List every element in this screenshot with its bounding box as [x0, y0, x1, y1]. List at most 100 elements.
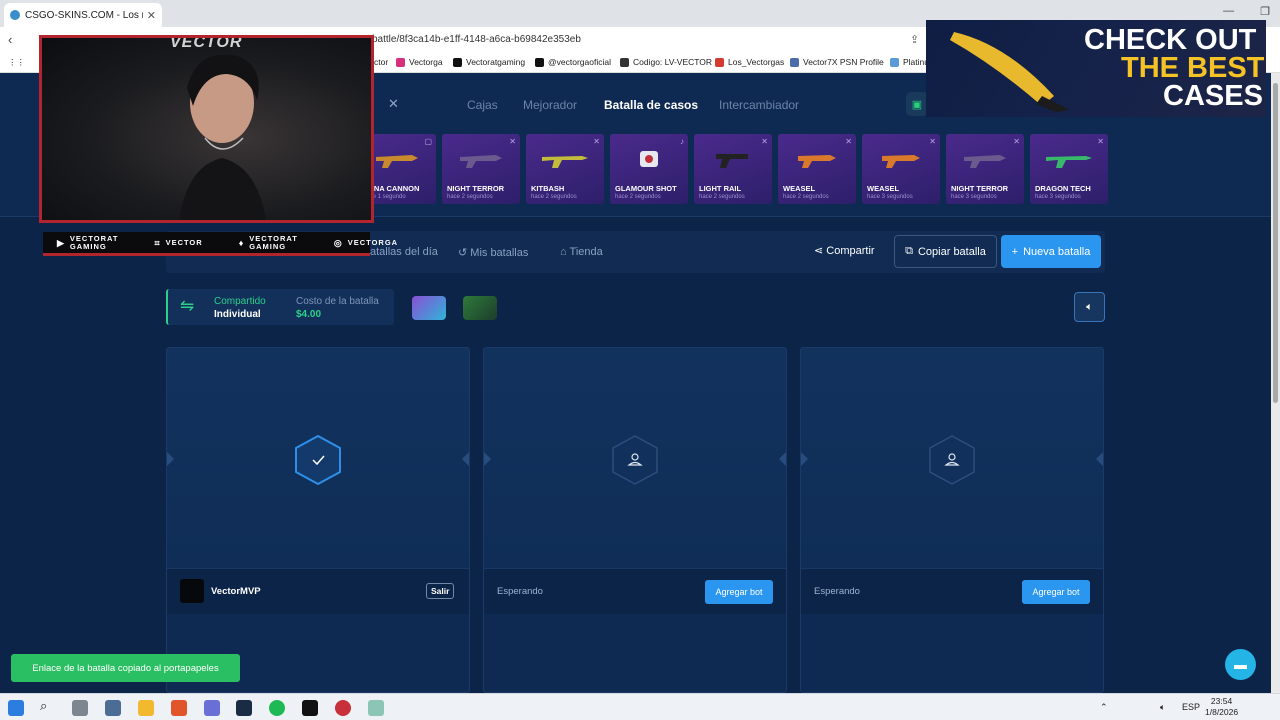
weapon-icon: [376, 155, 418, 168]
bookmark-item[interactable]: ctor: [374, 57, 388, 67]
speaker-icon: 🔈︎: [1086, 300, 1093, 313]
clock-time: 23:54: [1210, 696, 1233, 706]
drop-card[interactable]: ♪ GLAMOUR SHOT hace 2 segundos: [610, 134, 688, 204]
volume-icon[interactable]: 🔈︎: [1160, 702, 1165, 713]
twitch-icon: ⌗: [154, 237, 161, 248]
nav-batalla-de-casos[interactable]: Batalla de casos: [604, 98, 698, 112]
bookmark-item[interactable]: Codigo: LV-VECTOR: [620, 57, 712, 67]
twitter-icon: ♦: [238, 237, 245, 248]
copy-icon: ⧉: [905, 245, 913, 257]
file-explorer-icon[interactable]: [138, 700, 154, 716]
bookmark-item[interactable]: Vector7X PSN Profile: [790, 57, 884, 67]
player-slot: VectorMVP Salir: [166, 347, 470, 693]
drop-time: hace 3 segundos: [867, 194, 913, 200]
tiktok-icon: [535, 57, 544, 67]
chat-button[interactable]: ▬: [1225, 649, 1256, 680]
add-bot-button[interactable]: Agregar bot: [1022, 580, 1090, 604]
app-icon[interactable]: [105, 700, 121, 716]
promo-banner[interactable]: CHECK OUT THE BEST CASES: [926, 20, 1266, 117]
slot-footer: Esperando Agregar bot: [484, 568, 786, 614]
youtube-icon: ▶: [57, 237, 65, 248]
drop-card[interactable]: ✕ KITBASH hace 2 segundos: [526, 134, 604, 204]
nav-mejorador[interactable]: Mejorador: [523, 98, 577, 112]
browser-tab[interactable]: CSGO-SKINS.COM - Los mejores ✕: [4, 3, 162, 27]
case-thumbnail[interactable]: [412, 296, 446, 320]
language-indicator[interactable]: ESP: [1182, 702, 1200, 712]
case-thumbnail[interactable]: [463, 296, 497, 320]
bookmark-item[interactable]: Vectoratgaming: [453, 57, 525, 67]
bookmark-item[interactable]: Platinu: [890, 57, 929, 67]
spotify-icon[interactable]: [269, 700, 285, 716]
tab-title: CSGO-SKINS.COM - Los mejores: [25, 9, 143, 21]
sound-toggle-button[interactable]: 🔈︎: [1074, 292, 1105, 322]
minimize-icon[interactable]: —: [1223, 5, 1234, 18]
tray-chevron-icon[interactable]: ⌃: [1100, 702, 1108, 713]
tab-mis-batallas[interactable]: ↺ Mis batallas: [458, 246, 528, 259]
wallet-button[interactable]: ▣: [906, 92, 928, 116]
url-field[interactable]: battle/8f3ca14b-e1ff-4148-a6ca-b69842e35…: [372, 34, 581, 45]
mode-label: Compartido: [214, 296, 266, 307]
obs-like-icon[interactable]: [302, 700, 318, 716]
discord-icon[interactable]: [204, 700, 220, 716]
instagram-icon: [396, 57, 405, 67]
cost-value: $4.00: [296, 309, 322, 320]
scrollbar-thumb[interactable]: [1273, 83, 1278, 403]
drop-name: DRAGON TECH: [1035, 184, 1091, 193]
bookmark-icon: [620, 57, 629, 67]
page-scrollbar[interactable]: [1271, 73, 1280, 693]
tab-batallas-del-dia[interactable]: atallas del día: [370, 246, 438, 258]
user-placeholder-icon: [612, 435, 658, 485]
plus-icon: +: [1011, 245, 1019, 258]
chat-icon: ▬: [1234, 657, 1247, 672]
close-tab-icon[interactable]: ✕: [147, 9, 156, 22]
bookmark-item[interactable]: Los_Vectorgas: [715, 57, 784, 67]
drop-card[interactable]: ✕ LIGHT RAIL hace 2 segundos: [694, 134, 772, 204]
player-slot: Esperando Agregar bot: [483, 347, 787, 693]
streamer-figure: [179, 54, 267, 220]
new-battle-button[interactable]: + Nueva batalla: [1001, 235, 1101, 268]
add-bot-button[interactable]: Agregar bot: [705, 580, 773, 604]
drop-card[interactable]: ✕ WEASEL hace 2 segundos: [778, 134, 856, 204]
copy-battle-button[interactable]: ⧉ Copiar batalla: [894, 235, 997, 268]
drop-card[interactable]: ✕ WEASEL hace 3 segundos: [862, 134, 940, 204]
ad-line-1: CHECK OUT: [1084, 24, 1257, 56]
arrow-right-icon: [1096, 452, 1103, 466]
drop-name: WEASEL: [867, 184, 900, 193]
close-icon: ✕: [929, 137, 936, 146]
drop-card[interactable]: ✕ DRAGON TECH hace 3 segundos: [1030, 134, 1108, 204]
app-icon[interactable]: [368, 700, 384, 716]
steam-icon[interactable]: [236, 700, 252, 716]
search-icon[interactable]: ⌕: [40, 698, 56, 714]
nav-intercambiador[interactable]: Intercambiador: [719, 98, 799, 112]
restore-icon[interactable]: ❐: [1260, 5, 1270, 18]
back-icon[interactable]: ‹: [8, 32, 12, 47]
leave-button[interactable]: Salir: [426, 583, 455, 599]
drop-time: hace 2 segundos: [447, 194, 493, 200]
apps-icon[interactable]: ⋮⋮: [8, 57, 25, 68]
task-view-icon[interactable]: [72, 700, 88, 716]
arrow-right-icon: [779, 452, 786, 466]
share-button[interactable]: ⋖ Compartir: [814, 244, 875, 257]
knife-icon: [950, 32, 1070, 112]
share-page-icon[interactable]: ⇪: [910, 33, 919, 46]
drop-card[interactable]: ✕ NIGHT TERROR hace 3 segundos: [946, 134, 1024, 204]
weapon-icon: [964, 155, 1006, 168]
social-item: ▶ VECTORAT GAMING: [57, 233, 119, 251]
site-favicon-icon: [10, 10, 20, 20]
brave-icon[interactable]: [171, 700, 187, 716]
nav-cajas[interactable]: Cajas: [467, 98, 498, 112]
bookmark-item[interactable]: @vectorgaoficial: [535, 57, 611, 67]
system-clock[interactable]: 23:54 1/8/2026: [1205, 696, 1238, 718]
bookmark-item[interactable]: Vectorga: [396, 57, 443, 67]
drop-card[interactable]: ✕ NIGHT TERROR hace 2 segundos: [442, 134, 520, 204]
weapon-icon: [1046, 156, 1092, 168]
windows-start-icon[interactable]: [8, 700, 24, 716]
tab-tienda[interactable]: ⌂ Tienda: [560, 246, 603, 258]
arrow-left-icon: [167, 452, 174, 466]
arrow-right-icon: [462, 452, 469, 466]
waiting-status: Esperando: [497, 586, 543, 597]
social-item: ◎ VECTORGA: [333, 237, 399, 248]
app-icon[interactable]: [335, 700, 351, 716]
slot-footer: VectorMVP Salir: [167, 568, 469, 614]
drop-name: NIGHT TERROR: [951, 184, 1009, 193]
